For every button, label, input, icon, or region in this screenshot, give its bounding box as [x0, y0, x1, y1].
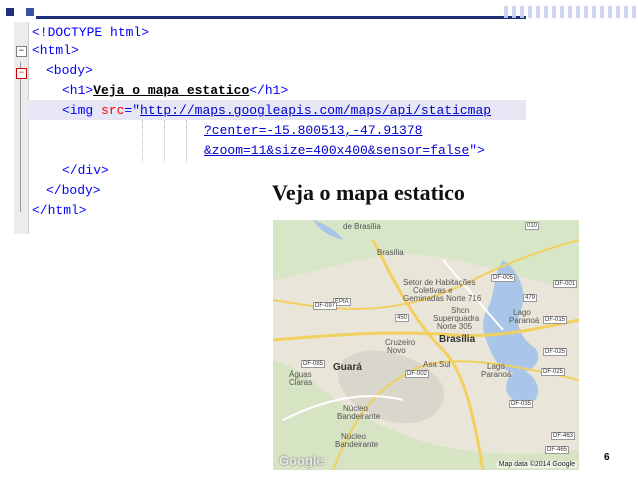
topbar-checker — [500, 6, 638, 18]
route-shield: DF-015 — [543, 316, 568, 324]
google-logo: Google — [279, 453, 324, 468]
code-token: <body> — [46, 63, 93, 78]
route-shield: DF-005 — [491, 274, 516, 282]
map-label: Claras — [289, 378, 313, 387]
route-shield: DF-463 — [551, 432, 576, 440]
route-shield: DF-001 — [553, 280, 578, 288]
fold-icon[interactable]: − — [16, 68, 27, 79]
map-label: Bandeirante — [337, 412, 381, 421]
code-token: </div> — [62, 163, 109, 178]
code-token: </h1> — [249, 83, 289, 98]
map-label: Paranoá — [481, 370, 512, 379]
code-line: <h1>Veja o mapa estatico</h1> — [62, 82, 288, 100]
route-shield: DF-085 — [301, 360, 326, 368]
map-label: Bandeirante — [335, 440, 379, 449]
topbar-square — [6, 8, 14, 16]
indent-guide — [186, 120, 188, 162]
code-line: </html> — [32, 202, 87, 220]
code-line: </body> — [46, 182, 101, 200]
map-city-label: Guará — [333, 362, 362, 373]
map-label: Asa Sul — [423, 360, 451, 369]
code-line: ?center=-15.800513,-47.91378 — [204, 122, 422, 140]
fold-icon[interactable]: − — [16, 46, 27, 57]
topbar-line — [36, 16, 526, 19]
map-label: Brasília — [377, 248, 404, 257]
code-line: <img src="http://maps.googleapis.com/map… — [62, 102, 491, 120]
slide-topbar — [0, 0, 638, 22]
code-line: </div> — [62, 162, 109, 180]
indent-guide — [142, 120, 144, 162]
code-line: &zoom=11&size=400x400&sensor=false"> — [204, 142, 485, 160]
code-token: ?center — [204, 123, 259, 138]
route-shield: DF-025 — [541, 368, 566, 376]
code-token: http://maps.googleapis.com/maps/api/stat… — [140, 103, 492, 118]
code-token: =-15.800513,-47.91378 — [258, 123, 423, 138]
route-shield: DF-002 — [405, 370, 430, 378]
map-city-label: Brasília — [439, 334, 476, 345]
code-token: &zoom=11&size=400x400&sensor=false — [204, 143, 470, 158]
map-attribution: Map data ©2014 Google — [496, 461, 577, 468]
code-token: Veja o mapa estatico — [93, 83, 250, 98]
code-line: <!DOCTYPE html> — [32, 24, 149, 42]
route-shield: 479 — [523, 294, 538, 302]
route-shield: DF-465 — [545, 446, 570, 454]
code-token: </body> — [46, 183, 101, 198]
map-label: Paranoá — [509, 316, 540, 325]
code-token: <html> — [32, 43, 79, 58]
editor-gutter: − − — [14, 22, 29, 234]
code-token: <h1> — [62, 83, 94, 98]
route-shield: DF-097 — [313, 302, 338, 310]
route-shield: 010 — [525, 222, 540, 230]
code-token: </html> — [32, 203, 87, 218]
preview-heading: Veja o mapa estatico — [272, 180, 465, 205]
map-base — [273, 220, 579, 470]
route-shield: 450 — [395, 314, 410, 322]
code-token: <!DOCTYPE html> — [32, 25, 150, 40]
static-map-image: de Brasília Brasília Setor de Habitações… — [273, 220, 579, 470]
indent-guide — [164, 120, 166, 162]
code-token: =" — [124, 103, 141, 118]
route-shield: DF-025 — [543, 348, 568, 356]
code-line: <body> — [46, 62, 93, 80]
map-label: Norte 305 — [437, 322, 473, 331]
fold-guide-line — [20, 62, 21, 212]
map-label: Geminadas Norte 716 — [403, 294, 482, 303]
slide-number: 6 — [604, 452, 610, 463]
route-shield: DF-035 — [509, 400, 534, 408]
code-token: <img — [62, 103, 102, 118]
code-token: "> — [469, 143, 485, 158]
map-label: Novo — [387, 346, 406, 355]
code-line: <html> — [32, 42, 79, 60]
topbar-square — [26, 8, 34, 16]
code-token: src — [101, 103, 125, 118]
map-label: de Brasília — [343, 222, 381, 231]
